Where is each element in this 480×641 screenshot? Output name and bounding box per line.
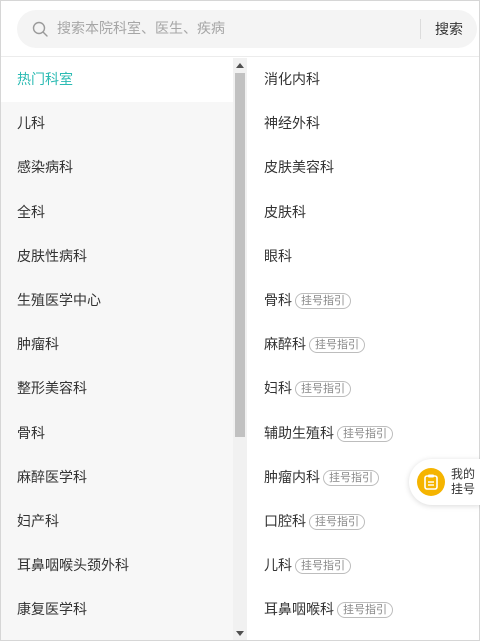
department-item[interactable]: 感染病科 — [1, 146, 233, 190]
registration-guide-badge[interactable]: 挂号指引 — [295, 381, 351, 398]
search-icon — [31, 20, 49, 38]
registration-guide-badge[interactable]: 挂号指引 — [309, 513, 365, 530]
sub-department-label: 消化内科 — [264, 72, 320, 89]
department-item[interactable]: 生殖医学中心 — [1, 279, 233, 323]
registration-guide-badge[interactable]: 挂号指引 — [323, 469, 379, 486]
sub-department-item[interactable]: 眼科 — [248, 235, 479, 279]
sub-department-item[interactable]: 妇科 挂号指引 — [248, 367, 479, 411]
sub-department-item[interactable]: 皮肤科 — [248, 191, 479, 235]
department-item[interactable]: 耳鼻咽喉头颈外科 — [1, 544, 233, 588]
department-item[interactable]: 麻醉医学科 — [1, 456, 233, 500]
department-item[interactable]: 整形美容科 — [1, 367, 233, 411]
department-list: 热门科室 儿科 感染病科 全科 皮肤性病科 生殖医学中心 肿瘤科 整形美容科 骨科 麻醉医学科 妇产… — [1, 58, 233, 640]
department-item[interactable]: 肿瘤科 — [1, 323, 233, 367]
sub-department-item[interactable]: 消化内科 — [248, 58, 479, 102]
sub-department-item[interactable]: 神经外科 — [248, 102, 479, 146]
search-bar: 搜索 — [1, 1, 479, 57]
sub-department-label: 儿科 — [264, 558, 292, 575]
sub-department-item[interactable]: 辅助生殖科 挂号指引 — [248, 412, 479, 456]
sub-department-label: 神经外科 — [264, 116, 320, 133]
department-item[interactable]: 儿科 — [1, 102, 233, 146]
registration-guide-badge[interactable]: 挂号指引 — [295, 293, 351, 310]
search-button[interactable]: 搜索 — [421, 10, 477, 48]
my-registration-label: 我的挂号 — [451, 467, 476, 496]
sub-department-item[interactable]: 口腔科 挂号指引 — [248, 500, 479, 544]
sub-department-label: 皮肤科 — [264, 204, 306, 221]
department-item[interactable]: 妇产科 — [1, 500, 233, 544]
sub-department-label: 皮肤美容科 — [264, 160, 334, 177]
sub-department-label: 骨科 — [264, 293, 292, 310]
department-item[interactable]: 康复医学科 — [1, 588, 233, 632]
sub-department-label: 肿瘤内科 — [264, 469, 320, 486]
sub-department-label: 眼科 — [264, 248, 292, 265]
my-registration-button[interactable]: 我的挂号 — [409, 459, 480, 505]
sub-department-item[interactable]: 耳鼻咽喉科 挂号指引 — [248, 588, 479, 632]
sub-department-item[interactable]: 儿科 挂号指引 — [248, 544, 479, 588]
sub-department-item[interactable]: 骨科 挂号指引 — [248, 279, 479, 323]
scroll-up-arrow-icon[interactable] — [233, 58, 247, 72]
sub-department-label: 妇科 — [264, 381, 292, 398]
sub-department-label: 耳鼻咽喉科 — [264, 602, 334, 619]
department-item[interactable]: 热门科室 — [1, 58, 233, 103]
registration-guide-badge[interactable]: 挂号指引 — [337, 425, 393, 442]
sub-department-label: 辅助生殖科 — [264, 425, 334, 442]
sub-department-label: 麻醉科 — [264, 337, 306, 354]
scroll-down-arrow-icon[interactable] — [233, 626, 247, 640]
sub-department-label: 口腔科 — [264, 513, 306, 530]
department-item[interactable]: 骨科 — [1, 412, 233, 456]
sub-department-item[interactable]: 皮肤美容科 — [248, 146, 479, 190]
registration-guide-badge[interactable]: 挂号指引 — [337, 602, 393, 619]
department-item[interactable]: 皮肤性病科 — [1, 235, 233, 279]
scroll-thumb[interactable] — [235, 73, 245, 437]
clipboard-icon — [417, 468, 445, 496]
department-list-scrollbar[interactable] — [233, 58, 247, 640]
search-input[interactable] — [57, 10, 420, 48]
registration-guide-badge[interactable]: 挂号指引 — [309, 337, 365, 354]
sub-department-item[interactable]: 麻醉科 挂号指引 — [248, 323, 479, 367]
department-item[interactable]: 全科 — [1, 191, 233, 235]
search-box: 搜索 — [17, 10, 477, 48]
registration-guide-badge[interactable]: 挂号指引 — [295, 558, 351, 575]
sub-department-list: 消化内科 神经外科 皮肤美容科 皮肤科 眼科 骨科 挂号指引 麻醉科 挂号指引 妇科 挂号指引 辅助生… — [248, 58, 479, 640]
